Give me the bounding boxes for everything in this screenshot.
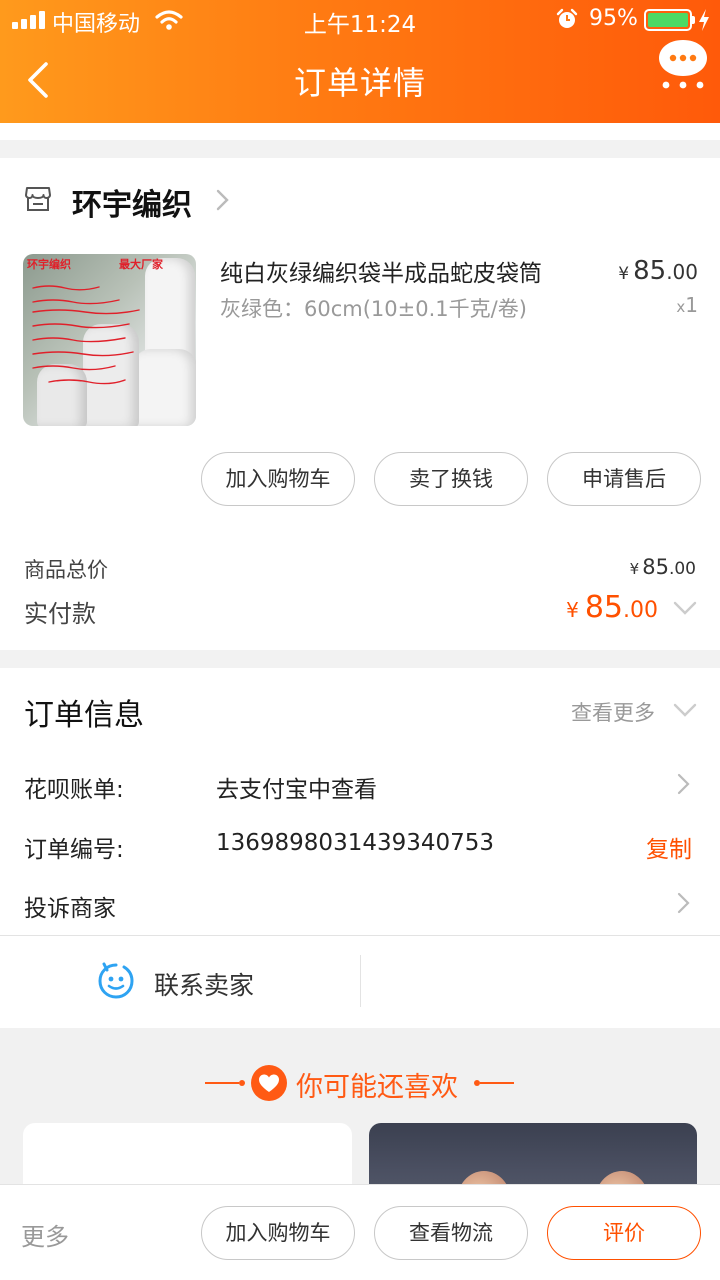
order-info-title: 订单信息	[24, 698, 144, 733]
after-sales-button[interactable]: 申请售后	[547, 452, 701, 506]
paid-label: 实付款	[24, 600, 96, 628]
product-quantity: x1	[676, 293, 698, 317]
heart-icon	[251, 1065, 287, 1101]
contact-seller-button[interactable]: 联系卖家	[154, 966, 254, 1002]
divider	[0, 935, 720, 936]
top-strip	[0, 123, 720, 140]
divider	[360, 955, 361, 1007]
add-to-cart-button[interactable]: 加入购物车	[201, 452, 355, 506]
chevron-right-icon[interactable]	[212, 188, 232, 212]
battery-cap	[692, 16, 695, 24]
shop-name[interactable]: 环宇编织	[72, 180, 192, 224]
chevron-right-icon[interactable]	[676, 891, 692, 915]
header: 中国移动 上午11:24 95% 订单详情	[0, 0, 720, 123]
complain-seller-label[interactable]: 投诉商家	[24, 889, 116, 923]
charging-icon	[699, 9, 709, 31]
recommend-title: 你可能还喜欢	[296, 1072, 458, 1103]
thumbnail-handwriting	[32, 285, 140, 385]
total-price-value: ¥85.00	[629, 555, 696, 579]
copy-button[interactable]: 复制	[646, 830, 692, 864]
chevron-down-icon[interactable]	[672, 598, 698, 618]
chevron-down-icon[interactable]	[672, 700, 698, 720]
battery-icon	[644, 9, 692, 31]
status-bar: 中国移动 上午11:24 95%	[0, 0, 720, 40]
product-price: ¥85.00	[618, 256, 698, 286]
view-logistics-button[interactable]: 查看物流	[374, 1206, 528, 1260]
chevron-right-icon[interactable]	[676, 772, 692, 796]
huabei-bill-value[interactable]: 去支付宝中查看	[216, 770, 377, 804]
paid-value[interactable]: ¥85.00	[566, 590, 658, 625]
store-icon	[25, 187, 51, 211]
product-title[interactable]: 纯白灰绿编织袋半成品蛇皮袋筒	[220, 254, 542, 288]
decor-line-right	[474, 1080, 514, 1086]
rate-button[interactable]: 评价	[547, 1206, 701, 1260]
more-button[interactable]: 更多	[21, 1217, 69, 1252]
view-more-link[interactable]: 查看更多	[571, 697, 655, 727]
resell-button[interactable]: 卖了换钱	[374, 452, 528, 506]
chat-smile-icon[interactable]	[96, 961, 136, 1001]
order-number-label: 订单编号:	[24, 837, 124, 863]
decor-line-left	[205, 1080, 245, 1086]
page-title: 订单详情	[293, 64, 426, 102]
alarm-icon	[556, 8, 578, 28]
battery-percent: 95%	[589, 6, 638, 31]
huabei-bill-label: 花呗账单:	[24, 777, 124, 803]
total-price-label: 商品总价	[24, 558, 108, 582]
more-chat-icon[interactable]	[656, 38, 710, 92]
product-thumbnail[interactable]: 环宇编织 最大厂家	[23, 254, 196, 426]
product-sku: 灰绿色：60cm(10±0.1千克/卷)	[220, 297, 527, 321]
add-to-cart-button[interactable]: 加入购物车	[201, 1206, 355, 1260]
order-number-value: 1369898031439340753	[216, 830, 495, 856]
